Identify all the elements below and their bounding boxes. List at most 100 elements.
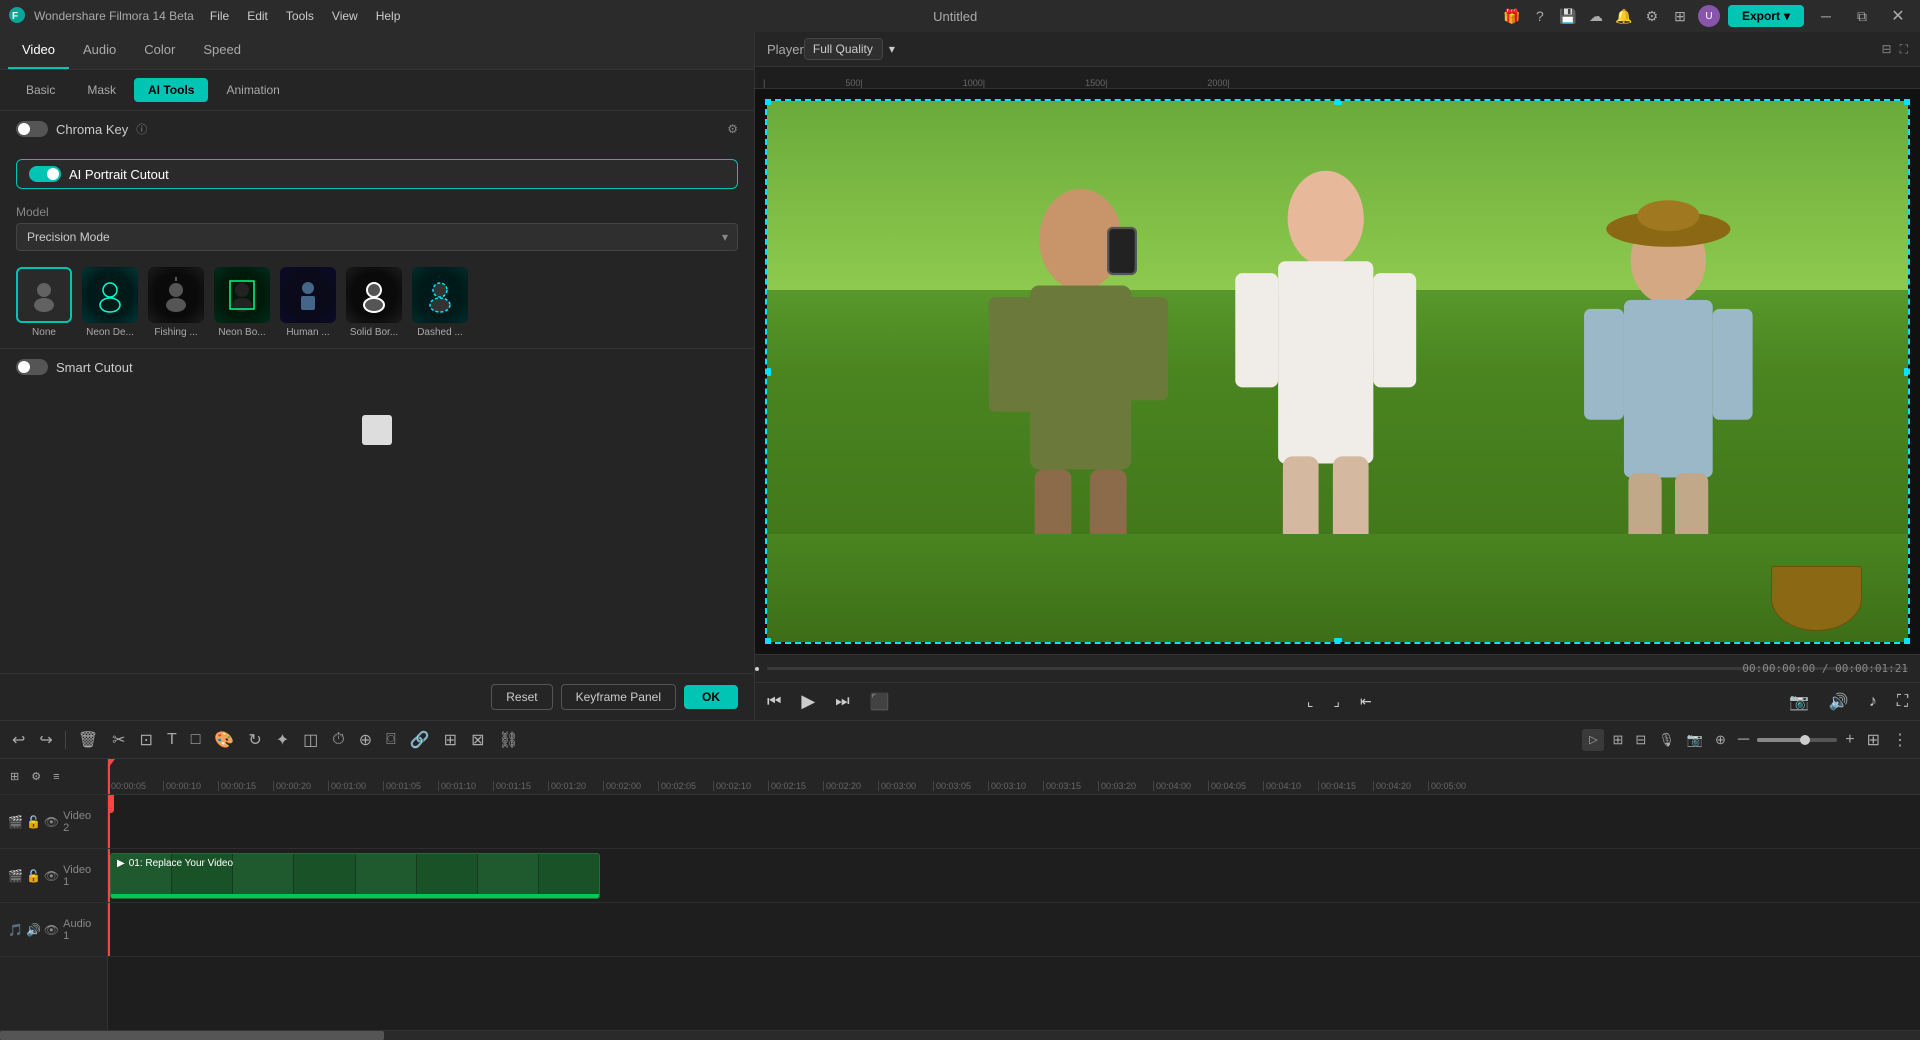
more-options-button[interactable]: ⋮ xyxy=(1888,728,1912,752)
track-settings-button[interactable]: ⚙ xyxy=(27,768,45,785)
rotate-icon[interactable]: ↻ xyxy=(244,728,265,752)
fullscreen-button[interactable]: ⛶ xyxy=(1891,691,1914,713)
model-select[interactable]: Precision Mode xyxy=(16,223,738,251)
split-icon[interactable]: ⊠ xyxy=(467,728,488,752)
audio1-eye-icon[interactable]: 👁 xyxy=(44,923,59,937)
save-icon[interactable]: 💾 xyxy=(1558,6,1578,26)
preset-fishing[interactable]: Fishing ... xyxy=(148,267,204,338)
in-point-button[interactable]: ⌞ xyxy=(1301,691,1320,712)
subtab-animation[interactable]: Animation xyxy=(212,78,293,102)
preset-solid-bor[interactable]: Solid Bor... xyxy=(346,267,402,338)
chroma-key-settings-icon[interactable]: ⚙ xyxy=(727,122,738,136)
handle-t[interactable] xyxy=(1334,99,1342,105)
undo-icon[interactable]: ↩ xyxy=(8,728,29,752)
bell-icon[interactable]: 🔔 xyxy=(1614,6,1634,26)
subtab-mask[interactable]: Mask xyxy=(73,78,130,102)
timeline-tool-4[interactable]: 🎙 xyxy=(1654,730,1679,750)
ai-portrait-toggle[interactable] xyxy=(29,166,61,182)
tab-audio[interactable]: Audio xyxy=(69,32,130,69)
grid-icon[interactable]: ⊞ xyxy=(1670,6,1690,26)
subtab-aitools[interactable]: AI Tools xyxy=(134,78,208,102)
tab-video[interactable]: Video xyxy=(8,32,69,69)
video-clip[interactable]: ▶ 01: Replace Your Video xyxy=(110,853,600,899)
timeline-tool-2[interactable]: ⊞ xyxy=(1608,730,1627,750)
handle-r[interactable] xyxy=(1904,368,1910,376)
scrollbar-thumb[interactable] xyxy=(0,1031,384,1040)
video1-icon[interactable]: 🎬 xyxy=(8,869,23,883)
delete-icon[interactable]: 🗑 xyxy=(74,728,102,752)
shape-icon[interactable]: □ xyxy=(187,729,205,751)
zoom-out-button[interactable]: ─ xyxy=(1734,729,1753,751)
add-track-button[interactable]: ⊞ xyxy=(6,768,23,785)
close-button[interactable]: ✕ xyxy=(1884,2,1912,30)
handle-l[interactable] xyxy=(765,368,771,376)
video2-eye-icon[interactable]: 👁 xyxy=(44,815,59,829)
minimize-button[interactable]: ─ xyxy=(1812,2,1840,30)
ok-button[interactable]: OK xyxy=(684,685,738,709)
mark-in-button[interactable]: ⇤ xyxy=(1354,691,1378,712)
preset-neon-de[interactable]: Neon De... xyxy=(82,267,138,338)
handle-bl[interactable] xyxy=(765,638,771,644)
zoom-slider[interactable] xyxy=(1757,738,1837,742)
handle-tl[interactable] xyxy=(765,99,771,105)
layout-icon[interactable]: ⊟ xyxy=(1882,42,1892,57)
video2-lock-icon[interactable]: 🔓 xyxy=(26,815,41,829)
help-circle-icon[interactable]: ? xyxy=(1530,6,1550,26)
link-icon[interactable]: 🔗 xyxy=(406,728,434,752)
cut-icon[interactable]: ✂ xyxy=(108,728,129,752)
timeline-tool-5[interactable]: 📷 xyxy=(1683,730,1707,750)
group-icon[interactable]: ⊞ xyxy=(440,728,461,752)
redo-icon[interactable]: ↪ xyxy=(35,728,56,752)
info-icon[interactable]: ⓘ xyxy=(136,121,147,137)
stop-button[interactable]: ⬛ xyxy=(864,690,896,714)
paint-icon[interactable]: 🎨 xyxy=(210,728,238,752)
zoom-in-button[interactable]: + xyxy=(1841,729,1858,751)
avatar[interactable]: U xyxy=(1698,5,1720,27)
menu-view[interactable]: View xyxy=(324,5,366,27)
video2-icon[interactable]: 🎬 xyxy=(8,815,23,829)
keyframe-panel-button[interactable]: Keyframe Panel xyxy=(561,684,676,710)
subtab-basic[interactable]: Basic xyxy=(12,78,69,102)
preset-dashed[interactable]: Dashed ... xyxy=(412,267,468,338)
timeline-tool-3[interactable]: ⊟ xyxy=(1631,730,1650,750)
handle-br[interactable] xyxy=(1904,638,1910,644)
preset-human[interactable]: Human ... xyxy=(280,267,336,338)
quality-select[interactable]: Full Quality xyxy=(804,38,883,60)
export-button[interactable]: Export ▾ xyxy=(1728,5,1804,27)
track-collapse-button[interactable]: ≡ xyxy=(49,769,63,785)
grid-view-button[interactable]: ⊞ xyxy=(1863,728,1884,752)
cloud-icon[interactable]: ☁ xyxy=(1586,6,1606,26)
out-point-button[interactable]: ⌟ xyxy=(1327,691,1346,712)
tab-color[interactable]: Color xyxy=(130,32,189,69)
settings-icon[interactable]: ⚙ xyxy=(1642,6,1662,26)
effect-icon[interactable]: ✦ xyxy=(272,728,293,752)
chroma-key-toggle[interactable] xyxy=(16,121,48,137)
chain-icon[interactable]: ⛓ xyxy=(494,728,522,752)
progress-track[interactable] xyxy=(767,667,1908,670)
timeline-tool-6[interactable]: ⊕ xyxy=(1711,730,1730,750)
smart-cutout-toggle[interactable] xyxy=(16,359,48,375)
crop-icon[interactable]: ⊡ xyxy=(136,728,157,752)
timeline-tool-1[interactable]: ▷ xyxy=(1582,729,1604,751)
audio1-mute-icon[interactable]: 🔊 xyxy=(26,923,41,937)
zoom-thumb[interactable] xyxy=(1800,735,1810,745)
handle-tr[interactable] xyxy=(1904,99,1910,105)
timeline-scrollbar[interactable] xyxy=(0,1030,1920,1040)
menu-tools[interactable]: Tools xyxy=(278,5,322,27)
transform-icon[interactable]: ⌼ xyxy=(382,729,400,751)
menu-file[interactable]: File xyxy=(202,5,237,27)
mask-icon[interactable]: ◫ xyxy=(299,728,322,752)
audio1-icon[interactable]: 🎵 xyxy=(8,923,23,937)
menu-edit[interactable]: Edit xyxy=(239,5,276,27)
menu-help[interactable]: Help xyxy=(368,5,409,27)
restore-button[interactable]: ⧉ xyxy=(1848,2,1876,30)
reset-button[interactable]: Reset xyxy=(491,684,552,710)
video1-lock-icon[interactable]: 🔓 xyxy=(26,869,41,883)
fullscreen-icon[interactable]: ⛶ xyxy=(1900,42,1908,57)
text-icon[interactable]: T xyxy=(163,729,181,751)
audio-settings-button[interactable]: ♪ xyxy=(1863,691,1883,713)
gift-icon[interactable]: 🎁 xyxy=(1502,6,1522,26)
video1-eye-icon[interactable]: 👁 xyxy=(44,869,59,883)
snapshot-button[interactable]: 📷 xyxy=(1783,690,1815,714)
preset-none[interactable]: None xyxy=(16,267,72,338)
